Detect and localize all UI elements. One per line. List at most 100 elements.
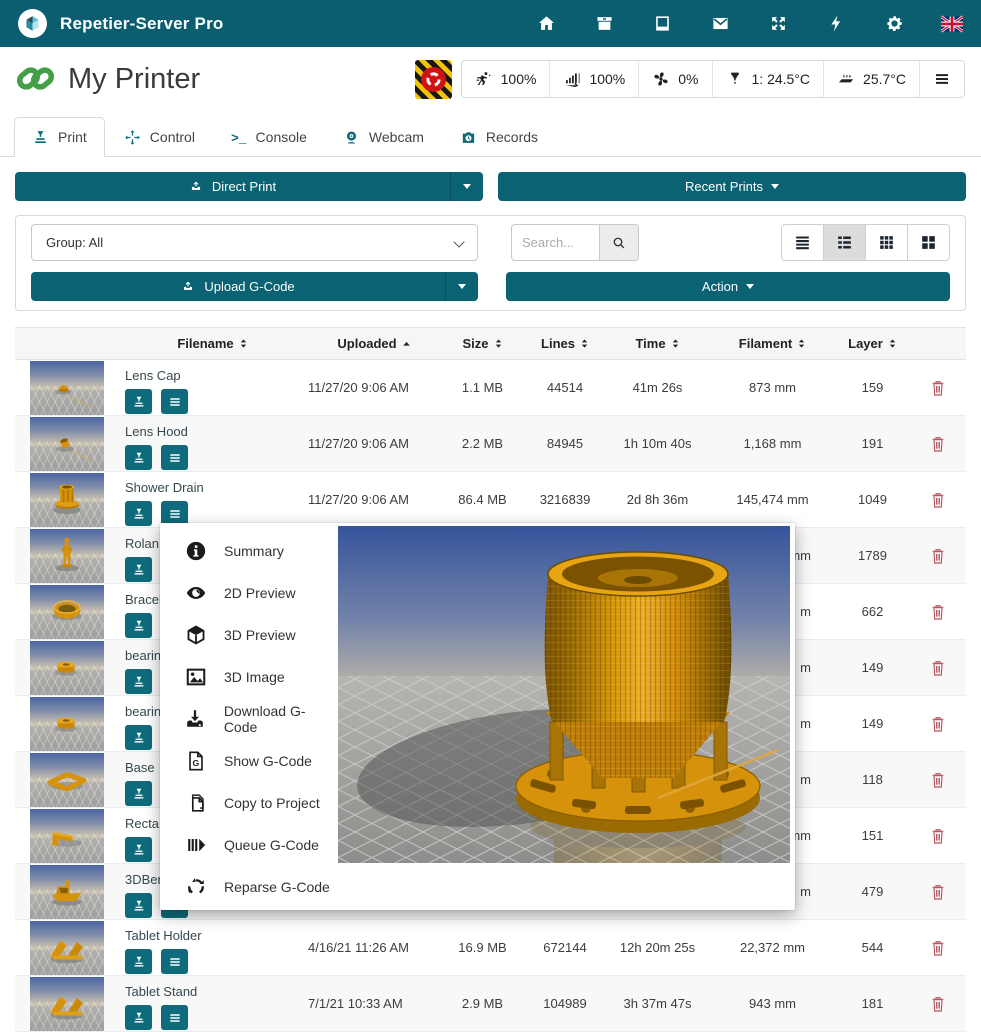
recent-prints-button[interactable]: Recent Prints (498, 172, 966, 201)
tab-records[interactable]: Records (443, 117, 555, 157)
upload-gcode-caret[interactable] (445, 272, 478, 301)
column-header-time[interactable]: Time (605, 336, 710, 351)
delete-file-button[interactable] (930, 603, 946, 621)
print-file-button[interactable] (125, 893, 152, 918)
tab-print[interactable]: Print (14, 117, 105, 157)
bracelet-model-thumbnail[interactable] (30, 585, 104, 639)
delete-file-button[interactable] (930, 715, 946, 733)
column-header-lines[interactable]: Lines (525, 336, 605, 351)
delete-cell (910, 528, 966, 583)
upload-gcode-button[interactable]: Upload G-Code (31, 272, 478, 301)
group-filter-select[interactable]: Group: All (31, 224, 478, 261)
menu-item-summary[interactable]: Summary (160, 530, 338, 572)
menu-item-label: Show G-Code (224, 753, 312, 769)
print-file-button[interactable] (125, 725, 152, 750)
cube-icon (184, 624, 207, 647)
menu-item-queue-g-code[interactable]: Queue G-Code (160, 824, 338, 866)
filename-cell: Tablet Holder (104, 920, 300, 975)
thumbnail-cell (15, 528, 104, 583)
frame-model-thumbnail[interactable] (30, 753, 104, 807)
print-file-button[interactable] (125, 1005, 152, 1030)
print-file-button[interactable] (125, 837, 152, 862)
grid-small-icon (877, 233, 896, 252)
file-menu-button[interactable] (161, 445, 188, 470)
mail-icon[interactable] (709, 13, 731, 35)
lens-cap-model-thumbnail[interactable] (30, 361, 104, 415)
menu-item-download-g-code[interactable]: Download G-Code (160, 698, 338, 740)
view-mode-list-detail[interactable] (823, 224, 866, 261)
delete-cell (910, 808, 966, 863)
delete-file-button[interactable] (930, 435, 946, 453)
bracket-model-thumbnail[interactable] (30, 977, 104, 1031)
delete-file-button[interactable] (930, 659, 946, 677)
figurine-model-thumbnail[interactable] (30, 529, 104, 583)
fullscreen-icon[interactable] (767, 13, 789, 35)
flow-status[interactable]: 100% (549, 61, 638, 97)
menu-item-reparse-g-code[interactable]: Reparse G-Code (160, 866, 338, 908)
menu-item-show-g-code[interactable]: GShow G-Code (160, 740, 338, 782)
print-file-button[interactable] (125, 501, 152, 526)
column-header-filename[interactable]: Filename (104, 336, 300, 351)
menu-item-3d-image[interactable]: 3D Image (160, 656, 338, 698)
menu-item-3d-preview[interactable]: 3D Preview (160, 614, 338, 656)
search-input[interactable] (511, 224, 599, 261)
speed-status[interactable]: 100% (462, 61, 550, 97)
corner-model-thumbnail[interactable] (30, 809, 104, 863)
column-header-uploaded[interactable]: Uploaded (300, 336, 440, 351)
direct-print-button[interactable]: Direct Print (15, 172, 483, 201)
emergency-stop-button[interactable] (415, 60, 452, 99)
print-file-button[interactable] (125, 669, 152, 694)
delete-file-button[interactable] (930, 827, 946, 845)
delete-file-button[interactable] (930, 883, 946, 901)
benchy-model-thumbnail[interactable] (30, 865, 104, 919)
print-file-button[interactable] (125, 389, 152, 414)
uk-flag-icon[interactable] (941, 13, 963, 35)
bearing-model-thumbnail[interactable] (30, 697, 104, 751)
delete-file-button[interactable] (930, 771, 946, 789)
repetier-logo-icon (18, 9, 47, 38)
tab-webcam[interactable]: Webcam (326, 117, 441, 157)
view-mode-grid-small[interactable] (865, 224, 908, 261)
home-icon[interactable] (535, 13, 557, 35)
print-file-button[interactable] (125, 949, 152, 974)
bearing-model-thumbnail[interactable] (30, 641, 104, 695)
file-menu-button[interactable] (161, 949, 188, 974)
column-header-filament[interactable]: Filament (710, 336, 835, 351)
delete-file-button[interactable] (930, 547, 946, 565)
gear-icon[interactable] (883, 13, 905, 35)
print-file-button[interactable] (125, 557, 152, 582)
lens-hood-model-thumbnail[interactable] (30, 417, 104, 471)
shower-drain-model-thumbnail[interactable] (30, 473, 104, 527)
delete-file-button[interactable] (930, 379, 946, 397)
menu-item-label: 3D Image (224, 669, 285, 685)
fan-status[interactable]: 0% (638, 61, 711, 97)
print-file-button[interactable] (125, 613, 152, 638)
menu-item-2d-preview[interactable]: 2D Preview (160, 572, 338, 614)
print-file-button[interactable] (125, 781, 152, 806)
tab-console[interactable]: >_Console (214, 117, 324, 157)
page-title: My Printer (68, 63, 200, 96)
printer-box-icon[interactable] (593, 13, 615, 35)
view-mode-rows[interactable] (781, 224, 824, 261)
view-mode-grid-large[interactable] (907, 224, 950, 261)
file-menu-button[interactable] (161, 389, 188, 414)
menu-item-copy-to-project[interactable]: Copy to Project (160, 782, 338, 824)
bed-status[interactable]: 25.7°C (823, 61, 919, 97)
display-icon[interactable] (651, 13, 673, 35)
column-header-size[interactable]: Size (440, 336, 525, 351)
action-button[interactable]: Action (506, 272, 950, 301)
delete-file-button[interactable] (930, 995, 946, 1013)
delete-file-button[interactable] (930, 939, 946, 957)
bracket-model-thumbnail[interactable] (30, 921, 104, 975)
column-header-layer[interactable]: Layer (835, 336, 910, 351)
tab-control[interactable]: Control (107, 117, 212, 157)
extruder-status[interactable]: 1: 24.5°C (712, 61, 824, 97)
delete-file-button[interactable] (930, 491, 946, 509)
search-button[interactable] (599, 224, 639, 261)
direct-print-caret[interactable] (450, 172, 483, 201)
print-file-button[interactable] (125, 445, 152, 470)
file-menu-button[interactable] (161, 1005, 188, 1030)
brand[interactable]: Repetier-Server Pro (18, 9, 223, 38)
bolt-icon[interactable] (825, 13, 847, 35)
printer-menu-button[interactable] (919, 61, 964, 97)
